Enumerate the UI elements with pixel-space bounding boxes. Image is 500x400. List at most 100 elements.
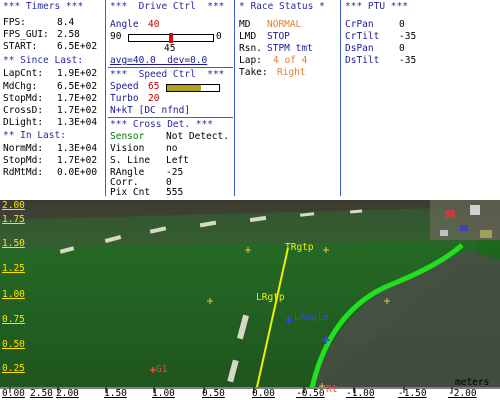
crtilt-value: -35 <box>399 31 417 42</box>
crossd-label: CrossD: <box>3 105 44 116</box>
y-tick-label: 1.50 <box>2 238 25 249</box>
dstilt-label: DsTilt <box>345 55 380 66</box>
rsn-value: STPM tmt <box>267 43 313 54</box>
angle-value: 40 <box>148 19 160 30</box>
divider <box>105 0 106 196</box>
lrgtp-label: LRgtp <box>256 292 285 303</box>
lapcnt-label: LapCnt: <box>3 68 44 79</box>
angle-slider-knob[interactable] <box>169 33 173 43</box>
rt-label: Rt <box>326 384 338 395</box>
divider <box>340 0 341 196</box>
vision-label: Vision <box>110 143 145 154</box>
x-tick-label: 0.50 <box>202 388 225 399</box>
rsn-label: Rsn. <box>239 43 262 54</box>
x-tick-label: -2.00 <box>448 388 477 399</box>
start-value: 6.5E+02 <box>57 41 98 52</box>
x-tick-label: -0.50 <box>296 388 325 399</box>
sensor-value: Not Detect. <box>166 131 229 142</box>
trgtp-label: TRgtp <box>285 242 314 253</box>
x-tick-label: -1.00 <box>346 388 375 399</box>
take-label: Take: <box>239 67 268 78</box>
since-last-header: ** Since Last: <box>3 55 84 66</box>
y-tick-label: 0.25 <box>2 363 25 374</box>
md-label: MD <box>239 19 251 30</box>
lmd-label: LMD <box>239 31 257 42</box>
x-tick-label: 1.00 <box>152 388 175 399</box>
speed-bar-fill <box>167 85 201 91</box>
in-last-header: ** In Last: <box>3 130 66 141</box>
take-value: Right <box>277 67 306 78</box>
timers-header: *** Timers *** <box>3 1 84 12</box>
dstilt-value: -35 <box>399 55 417 66</box>
sline-value: Left <box>166 155 189 166</box>
edge-artifacts <box>430 200 500 240</box>
cross-det-header: *** Cross Det. *** <box>110 119 213 130</box>
y-tick-label: 0.00 <box>2 388 25 399</box>
g1-label: G1 <box>156 364 168 375</box>
x-tick-label: -1.50 <box>398 388 427 399</box>
y-tick-label: 0.75 <box>2 314 25 325</box>
crpan-value: 0 <box>399 19 405 30</box>
avg-dev-readout: avg=40.0 dev=0.0 <box>110 55 208 66</box>
lap-value: 4 of 4 <box>273 55 308 66</box>
angle-label: Angle <box>110 19 139 30</box>
ptu-panel: *** PTU *** CrPan 0 CrTilt -35 DsPan 0 D… <box>343 0 498 196</box>
pixcnt-label: Pix Cnt <box>110 187 151 196</box>
ptu-header: *** PTU *** <box>345 1 408 12</box>
crtilt-label: CrTilt <box>345 31 380 42</box>
camera-scene <box>0 200 500 400</box>
turbo-value: 20 <box>148 93 160 104</box>
slider-center-label: 45 <box>164 43 176 54</box>
speed-label: Speed <box>110 81 139 92</box>
crossd-value: 1.7E+02 <box>57 105 98 116</box>
slider-min-label: 90 <box>110 31 122 42</box>
stopmd2-label: StopMd: <box>3 155 44 166</box>
drive-ctrl-panel: *** Drive Ctrl *** Angle 40 90 0 45 avg=… <box>108 0 233 196</box>
dlight-value: 1.3E+04 <box>57 117 98 128</box>
normmd-label: NormMd: <box>3 143 44 154</box>
lmd-value: STOP <box>267 31 290 42</box>
stopmd-value: 1.7E+02 <box>57 93 98 104</box>
mdchg-label: MdChg: <box>3 81 38 92</box>
md-value: NORMAL <box>267 19 302 30</box>
section-divider <box>108 117 233 118</box>
stopmd2-value: 1.7E+02 <box>57 155 98 166</box>
normmd-value: 1.3E+04 <box>57 143 98 154</box>
crpan-label: CrPan <box>345 19 374 30</box>
nkt-readout: N+kT [DC nfnd] <box>110 105 191 116</box>
angle-slider[interactable] <box>128 33 214 43</box>
dspan-value: 0 <box>399 43 405 54</box>
mdchg-value: 6.5E+02 <box>57 81 98 92</box>
y-tick-label: 2.00 <box>2 200 25 211</box>
timers-panel: *** Timers *** FPS: 8.4 FPS_GUI: 2.58 ST… <box>3 0 103 196</box>
fps-label: FPS: <box>3 17 26 28</box>
divider <box>234 0 235 196</box>
pixcnt-value: 555 <box>166 187 184 196</box>
lap-label: Lap: <box>239 55 262 66</box>
section-divider <box>108 67 233 68</box>
speed-value: 65 <box>148 81 160 92</box>
start-label: START: <box>3 41 38 52</box>
x-tick-label: 0.00 <box>252 388 275 399</box>
speed-ctrl-header: *** Speed Ctrl *** <box>110 69 225 80</box>
y-tick-label: 1.75 <box>2 214 25 225</box>
y-tick-label: 1.00 <box>2 289 25 300</box>
x-tick-label: 1.50 <box>104 388 127 399</box>
vision-value: no <box>166 143 178 154</box>
x-tick-label: 2.50 <box>30 388 53 399</box>
units-label: meters <box>455 377 490 388</box>
slider-max-label: 0 <box>216 31 222 42</box>
race-status-panel: * Race Status * MD NORMAL LMD STOP Rsn. … <box>237 0 337 196</box>
y-tick-label: 1.25 <box>2 263 25 274</box>
fps-gui-label: FPS_GUI: <box>3 29 49 40</box>
rdmtmd-value: 0.0E+00 <box>57 167 98 178</box>
camera-view: TRgtp LRgtp LAngle G1 Rt <box>0 200 500 400</box>
fps-gui-value: 2.58 <box>57 29 80 40</box>
dlight-label: DLight: <box>3 117 44 128</box>
sline-label: S. Line <box>110 155 151 166</box>
rdmtmd-label: RdMtMd: <box>3 167 44 178</box>
stopmd-label: StopMd: <box>3 93 44 104</box>
dspan-label: DsPan <box>345 43 374 54</box>
race-status-header: * Race Status * <box>239 1 325 12</box>
fps-value: 8.4 <box>57 17 75 28</box>
